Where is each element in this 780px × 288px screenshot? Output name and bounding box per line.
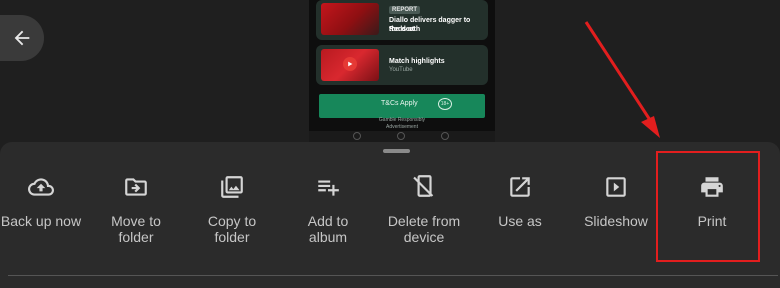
delete-from-device-label-1: Delete from <box>387 213 461 229</box>
delete-from-device-button[interactable]: Delete from device <box>378 172 470 245</box>
back-up-now-label: Back up now <box>0 213 82 229</box>
folder-move-icon <box>125 178 147 196</box>
use-as-label: Use as <box>498 213 542 229</box>
photo-library-icon <box>221 176 243 198</box>
news-card-highlights: Match highlights YouTube <box>316 45 488 85</box>
add-to-album-button[interactable]: Add to album <box>288 172 368 245</box>
age-badge: 18+ <box>438 98 452 110</box>
report-badge: REPORT <box>389 6 421 14</box>
add-to-album-label-1: Add to <box>307 213 349 229</box>
back-button[interactable] <box>0 15 44 61</box>
drag-handle[interactable] <box>383 149 410 153</box>
copy-to-folder-button[interactable]: Copy to folder <box>192 172 272 245</box>
play-icon <box>343 57 357 71</box>
annotation-highlight-box <box>656 151 760 262</box>
ad-note: Gamble Responsibly <box>378 117 426 123</box>
open-in-new-icon <box>510 177 530 197</box>
news-card-report: REPORT Diallo delivers dagger to Reds at… <box>316 0 488 40</box>
slideshow-label: Slideshow <box>584 213 648 229</box>
divider <box>8 275 778 276</box>
copy-to-folder-label-1: Copy to <box>207 213 257 229</box>
phone-nav-bar <box>309 131 495 142</box>
move-to-folder-button[interactable]: Move to folder <box>96 172 176 245</box>
ad-label: Advertisement <box>386 124 418 130</box>
delete-from-device-label-2: device <box>403 229 445 245</box>
slideshow-icon <box>606 177 626 197</box>
move-to-folder-label-1: Move to <box>111 213 161 229</box>
highlights-source: YouTube <box>389 67 413 73</box>
news-thumbnail <box>321 3 379 35</box>
playlist-add-icon <box>318 180 339 196</box>
ad-banner: T&Cs Apply 18+ <box>319 94 485 118</box>
nav-dot-icon <box>397 132 405 140</box>
highlights-title: Match highlights <box>389 58 445 65</box>
back-up-now-button[interactable]: Back up now <box>0 172 84 229</box>
add-to-album-label-2: album <box>308 229 348 245</box>
copy-to-folder-label-2: folder <box>214 229 250 245</box>
nav-dot-icon <box>441 132 449 140</box>
cloud-upload-icon <box>28 178 54 196</box>
photo-preview[interactable]: REPORT Diallo delivers dagger to Reds at… <box>309 0 495 142</box>
ad-cta: T&Cs Apply <box>381 100 418 107</box>
use-as-button[interactable]: Use as <box>480 172 560 229</box>
slideshow-button[interactable]: Slideshow <box>576 172 656 229</box>
video-thumbnail <box>321 49 379 81</box>
photo-viewer: REPORT Diallo delivers dagger to Reds at… <box>0 0 780 142</box>
delete-from-device-icon <box>413 175 434 197</box>
nav-dot-icon <box>353 132 361 140</box>
move-to-folder-label-2: folder <box>118 229 154 245</box>
arrow-back-icon <box>14 30 30 46</box>
news-title-line2: the death <box>389 26 421 33</box>
action-sheet: Back up now Move to folder Copy to folde… <box>0 142 780 288</box>
